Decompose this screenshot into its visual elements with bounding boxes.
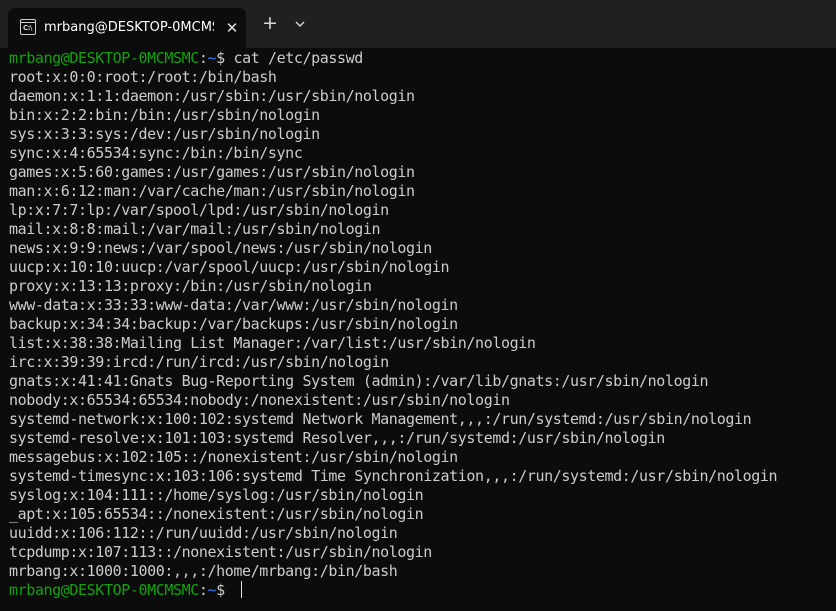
- prompt-separator: :: [198, 49, 208, 67]
- output-line: uucp:x:10:10:uucp:/var/spool/uucp:/usr/s…: [9, 258, 450, 276]
- output-line: games:x:5:60:games:/usr/games:/usr/sbin/…: [9, 163, 415, 181]
- output-line: tcpdump:x:107:113::/nonexistent:/usr/sbi…: [9, 543, 432, 561]
- output-line: systemd-timesync:x:103:106:systemd Time …: [9, 467, 778, 485]
- output-line: bin:x:2:2:bin:/bin:/usr/sbin/nologin: [9, 106, 320, 124]
- terminal-icon: C:\: [20, 19, 36, 35]
- tab-title: mrbang@DESKTOP-0MCMSM: [44, 20, 214, 35]
- command-line: mrbang@DESKTOP-0MCMSMC:~$ cat /etc/passw…: [9, 49, 836, 68]
- output-line: man:x:6:12:man:/var/cache/man:/usr/sbin/…: [9, 182, 415, 200]
- output-line: mrbang:x:1000:1000:,,,:/home/mrbang:/bin…: [9, 562, 398, 580]
- output-line: proxy:x:13:13:proxy:/bin:/usr/sbin/nolog…: [9, 277, 372, 295]
- tab-dropdown-button[interactable]: [290, 12, 310, 36]
- output-line: systemd-network:x:100:102:systemd Networ…: [9, 410, 752, 428]
- active-prompt-line[interactable]: mrbang@DESKTOP-0MCMSMC:~$: [9, 581, 836, 600]
- output-line: daemon:x:1:1:daemon:/usr/sbin:/usr/sbin/…: [9, 87, 415, 105]
- output-line: list:x:38:38:Mailing List Manager:/var/l…: [9, 334, 536, 352]
- title-bar: C:\ mrbang@DESKTOP-0MCMSM ✕ +: [0, 0, 836, 48]
- output-line: systemd-resolve:x:101:103:systemd Resolv…: [9, 429, 665, 447]
- prompt-separator: :: [198, 581, 208, 599]
- output-line: gnats:x:41:41:Gnats Bug-Reporting System…: [9, 372, 709, 390]
- new-tab-button[interactable]: +: [258, 12, 282, 36]
- prompt-user-host: mrbang@DESKTOP-0MCMSMC: [9, 581, 199, 599]
- output-line: _apt:x:105:65534::/nonexistent:/usr/sbin…: [9, 505, 424, 523]
- prompt-user-host: mrbang@DESKTOP-0MCMSMC: [9, 49, 199, 67]
- terminal-area[interactable]: mrbang@DESKTOP-0MCMSMC:~$ cat /etc/passw…: [0, 48, 836, 611]
- text-cursor: [241, 581, 243, 598]
- chevron-down-icon: [295, 21, 305, 27]
- prompt-path: ~: [207, 581, 217, 599]
- output-line: messagebus:x:102:105::/nonexistent:/usr/…: [9, 448, 458, 466]
- output-line: sync:x:4:65534:sync:/bin:/bin/sync: [9, 144, 303, 162]
- output-line: www-data:x:33:33:www-data:/var/www:/usr/…: [9, 296, 458, 314]
- close-icon[interactable]: ✕: [222, 18, 242, 38]
- output-line: mail:x:8:8:mail:/var/mail:/usr/sbin/nolo…: [9, 220, 381, 238]
- prompt-symbol: $: [216, 49, 234, 67]
- output-line: sys:x:3:3:sys:/dev:/usr/sbin/nologin: [9, 125, 320, 143]
- output-line: backup:x:34:34:backup:/var/backups:/usr/…: [9, 315, 458, 333]
- command-output: root:x:0:0:root:/root:/bin/bash daemon:x:…: [9, 68, 836, 581]
- command-text: cat /etc/passwd: [233, 49, 363, 67]
- output-line: syslog:x:104:111::/home/syslog:/usr/sbin…: [9, 486, 424, 504]
- prompt-path: ~: [207, 49, 217, 67]
- output-line: nobody:x:65534:65534:nobody:/nonexistent…: [9, 391, 510, 409]
- output-line: uuidd:x:106:112::/run/uuidd:/usr/sbin/no…: [9, 524, 398, 542]
- output-line: news:x:9:9:news:/var/spool/news:/usr/sbi…: [9, 239, 432, 257]
- output-line: root:x:0:0:root:/root:/bin/bash: [9, 68, 277, 86]
- prompt-symbol: $: [216, 581, 234, 599]
- tab-terminal[interactable]: C:\ mrbang@DESKTOP-0MCMSM ✕: [8, 8, 246, 48]
- output-line: irc:x:39:39:ircd:/run/ircd:/usr/sbin/nol…: [9, 353, 389, 371]
- output-line: lp:x:7:7:lp:/var/spool/lpd:/usr/sbin/nol…: [9, 201, 389, 219]
